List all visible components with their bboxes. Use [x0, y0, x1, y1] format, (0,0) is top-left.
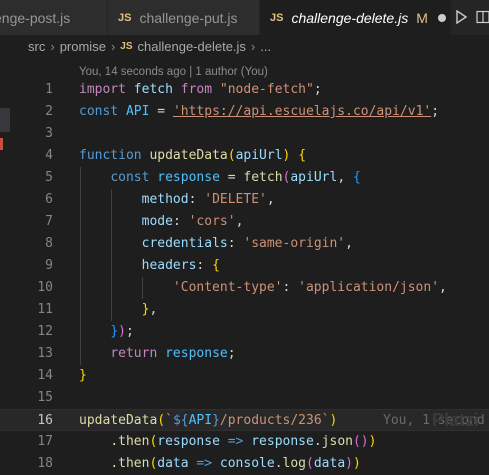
- code-line: 9 headers: {: [0, 255, 489, 277]
- code-line: 11 },: [0, 299, 489, 321]
- chevron-right-icon: ›: [50, 38, 55, 54]
- line-content: });: [110, 324, 134, 339]
- line-content: function updateData(apiUrl) {: [79, 148, 307, 163]
- code-line: 4 function updateData(apiUrl) {: [0, 145, 489, 167]
- code-line: 15: [0, 387, 489, 409]
- code-line: 3: [0, 123, 489, 145]
- tab-label: enge-post.js: [0, 9, 71, 26]
- line-number: 15: [37, 390, 53, 405]
- line-number: 7: [45, 214, 53, 229]
- line-content: method: 'DELETE',: [141, 192, 275, 207]
- line-content: const response = fetch(apiUrl, {: [110, 170, 361, 185]
- watermark-logo: Platzi: [432, 410, 480, 430]
- code-line-current: 16 updateData(`${API}/products/236`) You…: [0, 409, 489, 431]
- code-line: 8 credentials: 'same-origin',: [0, 233, 489, 255]
- run-icon[interactable]: [454, 10, 468, 24]
- line-content: .then(data => console.log(data)): [110, 456, 361, 471]
- split-editor-icon[interactable]: [476, 10, 489, 24]
- line-number: 17: [37, 434, 53, 449]
- line-content: .then(response => response.json()): [110, 434, 377, 449]
- tab-challenge-put[interactable]: JS challenge-put.js: [108, 0, 260, 35]
- breadcrumb-item-symbols[interactable]: ...: [260, 39, 271, 54]
- code-line: 7 mode: 'cors',: [0, 211, 489, 233]
- codelens-blame[interactable]: You, 14 seconds ago | 1 author (You): [79, 66, 268, 78]
- indent-guide: [111, 189, 112, 321]
- tab-label: challenge-put.js: [139, 9, 238, 26]
- breadcrumb-item-promise[interactable]: promise: [60, 39, 106, 54]
- js-file-icon: JS: [270, 11, 284, 24]
- code-line: 17 .then(response => response.json()): [0, 431, 489, 453]
- js-file-icon: JS: [120, 40, 133, 52]
- line-number: 9: [45, 258, 53, 273]
- code-line: 18 .then(data => console.log(data)): [0, 453, 489, 475]
- line-content: mode: 'cors',: [141, 214, 244, 229]
- line-number: 4: [45, 148, 53, 163]
- js-file-icon: JS: [118, 11, 132, 24]
- line-number: 6: [45, 192, 53, 207]
- line-number: 5: [45, 170, 53, 185]
- indent-guide: [142, 277, 143, 299]
- line-number: 16: [37, 413, 53, 428]
- line-content: },: [141, 302, 158, 317]
- line-content: return response;: [110, 346, 236, 361]
- line-number: 18: [37, 456, 53, 471]
- modified-badge: M: [416, 9, 428, 26]
- breadcrumb-item-file[interactable]: challenge-delete.js: [138, 39, 246, 54]
- line-number: 8: [45, 236, 53, 251]
- line-number: 1: [45, 82, 53, 97]
- code-line: 10 'Content-type': 'application/json',: [0, 277, 489, 299]
- line-number: 11: [37, 302, 53, 317]
- line-content: headers: {: [141, 258, 220, 273]
- indent-guide: [80, 167, 81, 365]
- line-number: 13: [37, 346, 53, 361]
- code-line: 14 }: [0, 365, 489, 387]
- code-line: 2 const API = 'https://api.escuelajs.co/…: [0, 101, 489, 123]
- code-line: 12 });: [0, 321, 489, 343]
- tab-challenge-post[interactable]: enge-post.js: [0, 0, 108, 35]
- tab-label: challenge-delete.js: [291, 9, 409, 26]
- breadcrumb-item-src[interactable]: src: [28, 39, 45, 54]
- chevron-right-icon: ›: [250, 38, 256, 54]
- chevron-right-icon: ›: [110, 38, 116, 54]
- line-number: 14: [37, 368, 53, 383]
- line-content: const API = 'https://api.escuelajs.co/ap…: [79, 104, 440, 119]
- code-line: 13 return response;: [0, 343, 489, 365]
- line-content: import fetch from "node-fetch";: [79, 82, 322, 97]
- line-content: 'Content-type': 'application/json',: [172, 280, 447, 295]
- line-number: 3: [45, 126, 53, 141]
- line-content: credentials: 'same-origin',: [141, 236, 353, 251]
- code-line: 1 import fetch from "node-fetch";: [0, 79, 489, 101]
- line-content: }: [79, 368, 87, 383]
- tab-challenge-delete[interactable]: JS challenge-delete.js M: [260, 0, 452, 35]
- unsaved-dot-icon[interactable]: [437, 13, 446, 22]
- line-number: 10: [37, 280, 53, 295]
- line-content: updateData(`${API}/products/236`): [79, 413, 338, 428]
- code-line: 5 const response = fetch(apiUrl, {: [0, 167, 489, 189]
- url-link[interactable]: 'https://api.escuelajs.co/api/v1': [173, 104, 431, 119]
- editor-tab-bar: enge-post.js JS challenge-put.js JS chal…: [0, 0, 489, 35]
- code-line: 6 method: 'DELETE',: [0, 189, 489, 211]
- line-number: 2: [45, 104, 53, 119]
- breadcrumb: src › promise › JS challenge-delete.js ›…: [0, 35, 489, 57]
- line-number: 12: [37, 324, 53, 339]
